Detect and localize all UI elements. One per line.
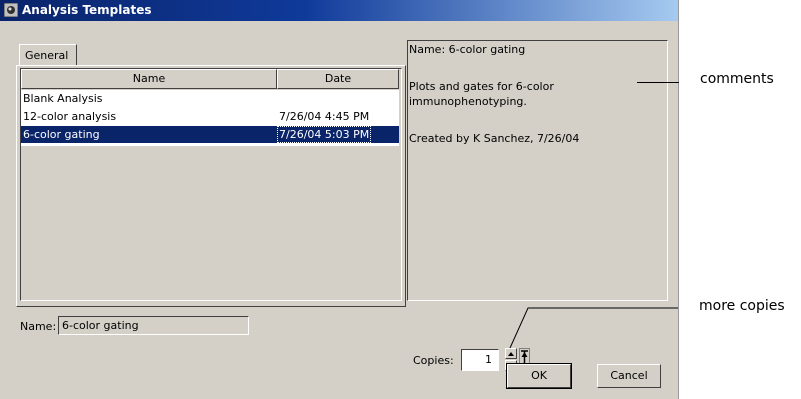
column-header-name[interactable]: Name <box>21 69 277 89</box>
copies-input[interactable]: 1 <box>461 349 499 371</box>
ok-button[interactable]: OK <box>506 363 572 389</box>
comments-line: Plots and gates for 6-color <box>409 80 554 93</box>
comments-callout-label: comments <box>700 71 774 87</box>
table-row[interactable]: Blank Analysis <box>21 90 399 107</box>
name-field-value: 6-color gating <box>62 319 139 332</box>
app-icon <box>4 3 18 17</box>
more-copies-callout-label: more copies <box>699 298 785 314</box>
title-bar[interactable]: Analysis Templates <box>0 0 678 21</box>
comments-callout-line <box>637 82 679 83</box>
table-row-selected[interactable]: 6-color gating 7/26/04 5:03 PM <box>21 126 399 143</box>
comments-line: immunophenotyping. <box>409 95 527 108</box>
column-header-date[interactable]: Date <box>277 69 399 89</box>
table-row[interactable]: 12-color analysis 7/26/04 4:45 PM <box>21 108 399 125</box>
comments-line: Name: 6-color gating <box>409 43 526 56</box>
window-title: Analysis Templates <box>22 3 152 17</box>
comments-pane[interactable]: Name: 6-color gating Plots and gates for… <box>407 40 668 301</box>
more-copies-callout-line <box>509 307 678 349</box>
comments-line: Created by K Sanchez, 7/26/04 <box>409 132 580 145</box>
tab-general[interactable]: General <box>19 44 77 66</box>
row-name: 6-color gating <box>23 128 100 141</box>
templates-table[interactable]: Name Date Blank Analysis 12-color analys… <box>20 68 402 301</box>
row-name: 12-color analysis <box>23 110 117 123</box>
copies-label: Copies: <box>413 354 454 367</box>
cancel-button[interactable]: Cancel <box>597 364 661 388</box>
row-date: 7/26/04 5:03 PM <box>277 126 372 143</box>
table-body: Blank Analysis 12-color analysis 7/26/04… <box>21 90 399 146</box>
copies-value: 1 <box>485 353 492 366</box>
row-name: Blank Analysis <box>23 92 103 105</box>
name-field[interactable]: 6-color gating <box>58 316 249 335</box>
tab-general-label: General <box>25 49 69 62</box>
name-label: Name: <box>20 320 57 333</box>
row-date: 7/26/04 4:45 PM <box>279 110 370 123</box>
